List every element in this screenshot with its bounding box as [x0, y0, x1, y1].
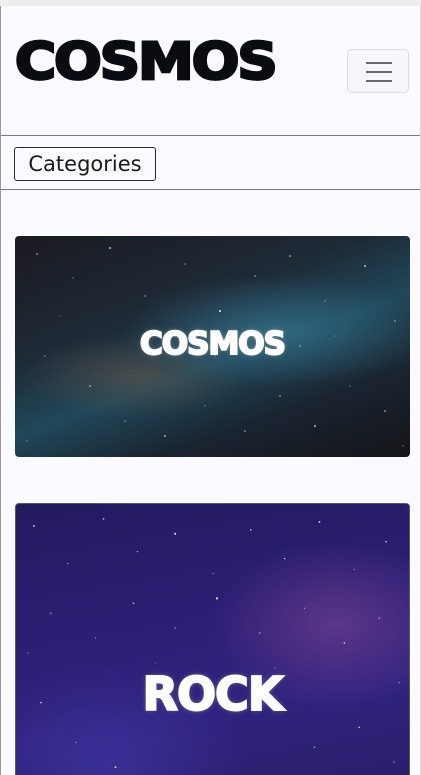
- card-title: ROCK: [142, 667, 285, 721]
- starfield-image: [27, 518, 400, 769]
- page: COSMOS Categories COSMOS ROCK: [0, 6, 421, 775]
- category-card-rock[interactable]: ROCK: [15, 503, 410, 775]
- categories-button[interactable]: Categories: [14, 147, 156, 181]
- brand-logo[interactable]: COSMOS: [14, 34, 280, 91]
- category-card-cosmos[interactable]: COSMOS: [15, 236, 410, 457]
- navbar-toggle-button[interactable]: [347, 49, 409, 93]
- divider: [1, 189, 420, 190]
- card-title: COSMOS: [139, 325, 287, 363]
- hamburger-menu-icon: [366, 62, 392, 64]
- divider: [1, 135, 420, 136]
